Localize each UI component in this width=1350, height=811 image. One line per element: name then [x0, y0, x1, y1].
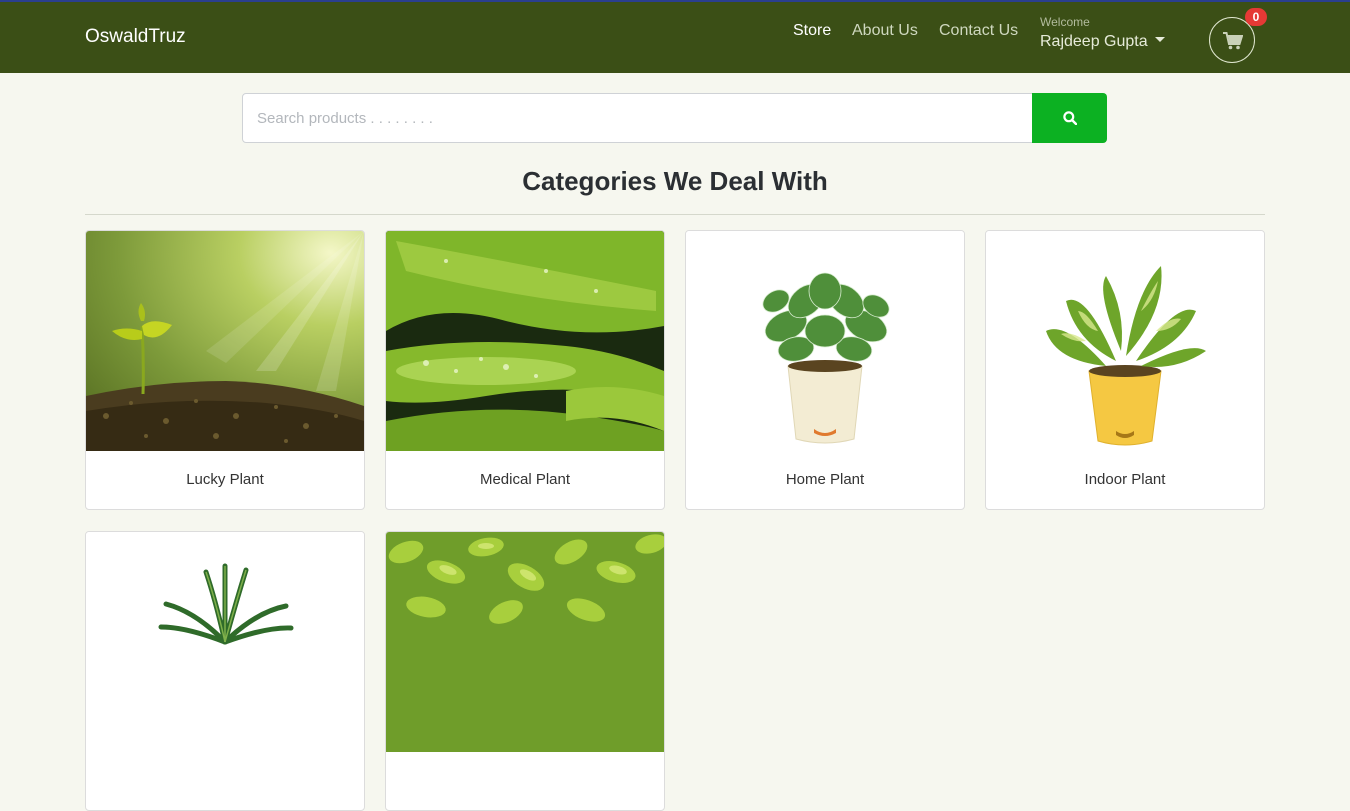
page-title: Categories We Deal With: [522, 166, 828, 196]
search-input[interactable]: [242, 93, 1033, 143]
category-image-6: [386, 532, 664, 752]
category-image-lucky-plant: [86, 231, 364, 451]
nav-link-store[interactable]: Store: [793, 22, 831, 40]
navbar: OswaldTruz Store About Us Contact Us Wel…: [0, 2, 1350, 73]
category-label: Home Plant: [785, 471, 865, 488]
search-icon: [1063, 111, 1077, 125]
search-button[interactable]: [1032, 93, 1107, 143]
shopping-cart-icon: [1223, 32, 1243, 50]
search-bar: [242, 93, 1107, 143]
nav-link-contact-us[interactable]: Contact Us: [939, 22, 1018, 40]
category-card-5[interactable]: [85, 531, 365, 811]
category-card-home-plant[interactable]: Home Plant: [685, 230, 965, 510]
title-divider: [85, 214, 1265, 215]
category-card-indoor-plant[interactable]: Indoor Plant: [985, 230, 1265, 510]
nav-link-about-us[interactable]: About Us: [852, 22, 918, 40]
caret-down-icon: [1154, 37, 1165, 43]
category-image-indoor-plant: [986, 231, 1264, 451]
category-card-lucky-plant[interactable]: Lucky Plant: [85, 230, 365, 510]
category-label: Indoor Plant: [1084, 471, 1166, 488]
category-image-medical-plant: [386, 231, 664, 451]
category-card-medical-plant[interactable]: Medical Plant: [385, 230, 665, 510]
category-image-home-plant: [686, 231, 964, 451]
category-image-5: [86, 532, 364, 752]
category-card-6[interactable]: [385, 531, 665, 811]
cart-count-badge: 0: [1245, 8, 1267, 26]
category-label: Lucky Plant: [186, 471, 264, 488]
user-name: Rajdeep Gupta: [1040, 33, 1148, 50]
user-menu-dropdown[interactable]: Rajdeep Gupta: [1040, 33, 1165, 51]
welcome-label: Welcome: [1040, 15, 1090, 29]
category-label: Medical Plant: [479, 471, 571, 488]
brand-logo[interactable]: OswaldTruz: [85, 26, 186, 48]
